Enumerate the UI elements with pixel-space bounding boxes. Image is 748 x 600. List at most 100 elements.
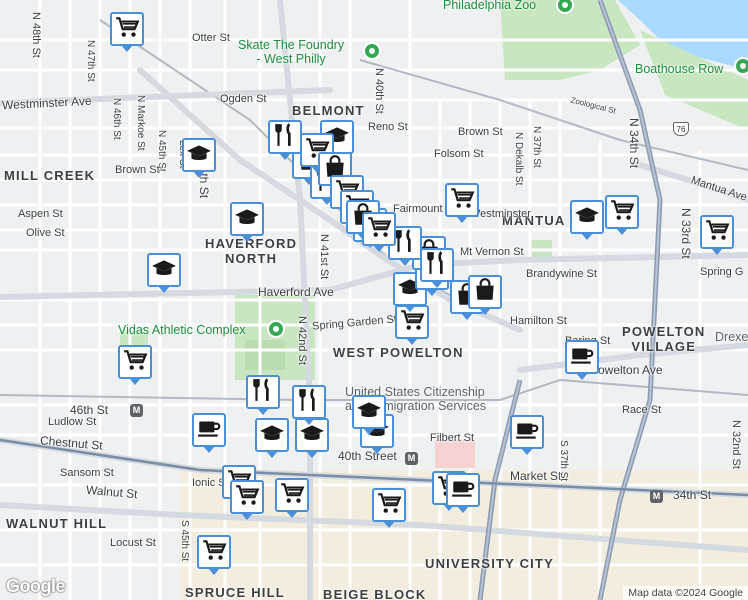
- hood-west-powelton: WEST POWELTON: [333, 345, 464, 360]
- street-40th-station: 40th Street: [338, 449, 397, 463]
- street-race: Race St: [622, 404, 662, 416]
- google-logo: Google: [6, 576, 66, 596]
- street-n-34th: N 34th St: [627, 118, 641, 169]
- metro-34th-icon[interactable]: M: [650, 490, 663, 503]
- cap-marker[interactable]: [352, 395, 386, 435]
- dining-marker[interactable]: [268, 120, 302, 160]
- street-westminster-east: Westminster: [470, 208, 531, 220]
- cap-marker[interactable]: [182, 138, 216, 178]
- vidas-pin-icon[interactable]: [267, 320, 285, 338]
- street-olive: Olive St: [26, 227, 65, 239]
- cart-icon: [279, 480, 305, 511]
- metro-40th-icon[interactable]: M: [405, 452, 418, 465]
- cup-icon: [569, 342, 595, 373]
- bag-marker[interactable]: [468, 275, 502, 315]
- street-aspen: Aspen St: [18, 208, 63, 220]
- street-haverford-ave: Haverford Ave: [258, 285, 334, 299]
- cart-marker[interactable]: [110, 12, 144, 52]
- dining-icon: [424, 250, 450, 281]
- cup-marker[interactable]: [446, 473, 480, 513]
- street-s-37th: S 37th St: [558, 440, 569, 482]
- metro-46th-icon[interactable]: M: [130, 404, 143, 417]
- cap-marker[interactable]: [147, 253, 181, 293]
- map-attribution[interactable]: Map data ©2024 Google: [623, 586, 748, 600]
- street-powelton-ave: Powelton Ave: [590, 363, 663, 377]
- cup-icon: [450, 475, 476, 506]
- street-ludlow: Ludlow St: [48, 416, 97, 428]
- dining-marker[interactable]: [246, 375, 280, 415]
- cap-icon: [234, 204, 260, 235]
- street-brandywine: Brandywine St: [526, 268, 597, 280]
- street-n-46th: N 46th St: [111, 98, 122, 140]
- skate-pin-icon[interactable]: [363, 42, 381, 60]
- cart-marker[interactable]: [445, 183, 479, 223]
- cup-marker[interactable]: [510, 415, 544, 455]
- cart-marker[interactable]: [372, 488, 406, 528]
- hood-university-city: UNIVERSITY CITY: [425, 556, 555, 571]
- dining-marker[interactable]: [292, 385, 326, 425]
- cart-marker[interactable]: [605, 195, 639, 235]
- dining-icon: [272, 122, 298, 153]
- hood-belmont: BELMONT: [292, 103, 365, 118]
- cap-icon: [356, 397, 382, 428]
- cap-icon: [259, 420, 285, 451]
- cart-icon: [704, 217, 730, 248]
- place-boathouse-row[interactable]: Boathouse Row: [635, 62, 723, 76]
- street-46th-station: 46th St: [70, 403, 109, 417]
- street-n-markoe: N Markoe St: [135, 95, 146, 151]
- street-n-33rd: N 33rd St: [679, 208, 693, 259]
- hood-powelton-village: POWELTON VILLAGE: [622, 324, 706, 354]
- cart-icon: [201, 537, 227, 568]
- dining-icon: [250, 377, 276, 408]
- street-sansom: Sansom St: [60, 467, 114, 479]
- cup-icon: [196, 415, 222, 446]
- map-canvas[interactable]: BELMONT MILL CREEK HAVERFORD NORTH MANTU…: [0, 0, 748, 600]
- street-ogden: Ogden St: [220, 93, 267, 105]
- cart-icon: [234, 482, 260, 513]
- cart-icon: [366, 214, 392, 245]
- street-n-dekalb: N Dekalb St: [513, 132, 524, 186]
- i76-shield-icon: 76: [673, 122, 689, 136]
- hood-beige-block: BEIGE BLOCK: [323, 587, 427, 600]
- boathouse-pin-icon[interactable]: [734, 57, 748, 75]
- place-vidas-athletic-complex[interactable]: Vidas Athletic Complex: [118, 323, 246, 337]
- cart-icon: [122, 347, 148, 378]
- street-otter: Otter St: [192, 32, 230, 44]
- cap-marker[interactable]: [230, 202, 264, 242]
- cup-marker[interactable]: [192, 413, 226, 453]
- street-filbert: Filbert St: [430, 432, 475, 444]
- street-n-37th: N 37th St: [531, 126, 542, 168]
- cart-marker[interactable]: [118, 345, 152, 385]
- street-brown-west: Brown St: [115, 164, 160, 176]
- street-reno: Reno St: [368, 121, 408, 133]
- street-spring-g: Spring G: [700, 266, 744, 278]
- street-34th-station: 34th St: [673, 488, 712, 502]
- cart-marker[interactable]: [197, 535, 231, 575]
- dining-marker[interactable]: [420, 248, 454, 288]
- street-market: Market St: [510, 469, 562, 483]
- place-drexel[interactable]: Drexe: [715, 330, 748, 344]
- street-brown: Brown St: [458, 126, 503, 138]
- cap-icon: [151, 255, 177, 286]
- street-n-40th: N 40th St: [373, 68, 385, 114]
- cart-icon: [114, 14, 140, 45]
- cup-icon: [514, 417, 540, 448]
- bag-icon: [472, 277, 498, 308]
- street-n-42nd: N 42nd St: [296, 316, 308, 365]
- street-mt-vernon: Mt Vernon St: [460, 246, 524, 258]
- cart-marker[interactable]: [230, 480, 264, 520]
- street-locust: Locust St: [110, 537, 156, 549]
- street-n-32nd: N 32nd St: [730, 420, 742, 469]
- cart-marker[interactable]: [362, 212, 396, 252]
- cart-marker[interactable]: [700, 215, 734, 255]
- cap-marker[interactable]: [255, 418, 289, 458]
- cap-marker[interactable]: [570, 200, 604, 240]
- place-skate-the-foundry[interactable]: Skate The Foundry - West Philly: [238, 38, 344, 66]
- place-philadelphia-zoo[interactable]: Philadelphia Zoo: [443, 0, 536, 12]
- street-n-48th-top: N 48th St: [30, 12, 42, 58]
- street-s-45th: S 45th St: [179, 520, 190, 562]
- cart-marker[interactable]: [275, 478, 309, 518]
- cart-icon: [376, 490, 402, 521]
- cup-marker[interactable]: [565, 340, 599, 380]
- cart-icon: [449, 185, 475, 216]
